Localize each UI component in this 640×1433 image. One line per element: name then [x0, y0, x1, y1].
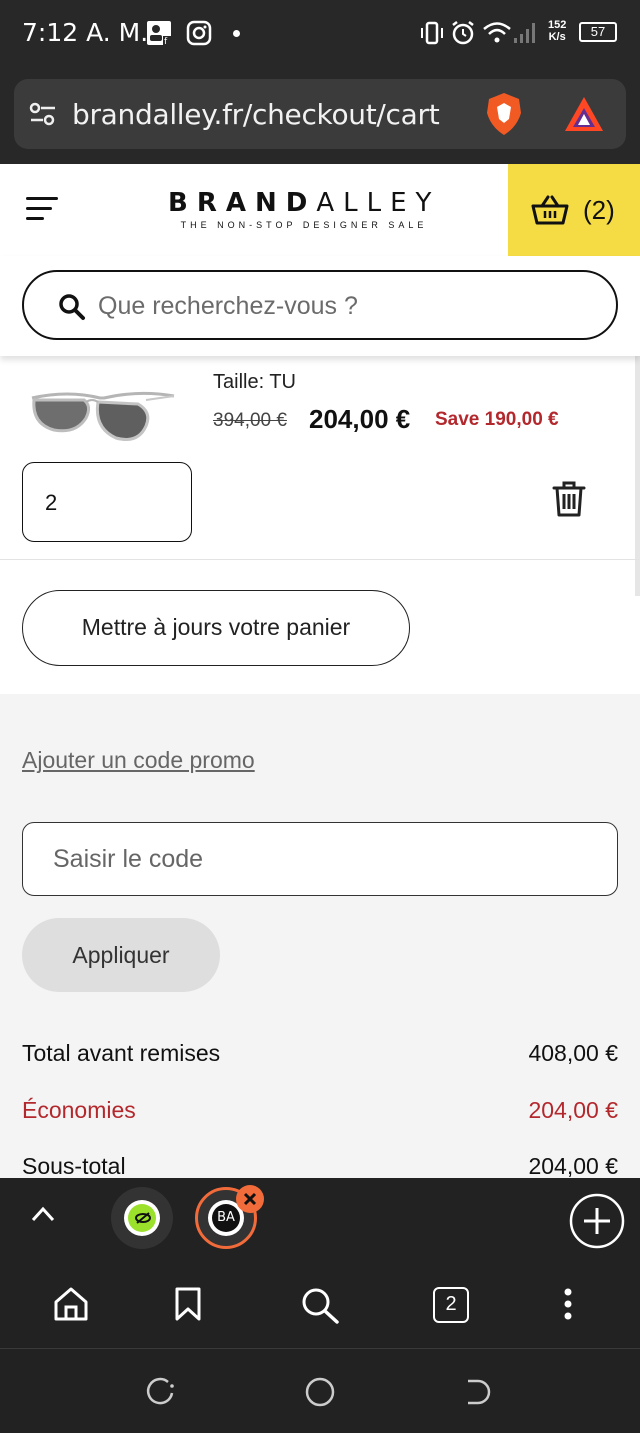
summary-row-subtotal: Sous-total 204,00 €	[22, 1153, 618, 1178]
search-input[interactable]: Que recherchez-vous ?	[22, 270, 618, 340]
search-icon[interactable]	[300, 1286, 340, 1324]
site-favicon-icon	[135, 1212, 151, 1224]
summary-value: 204,00 €	[528, 1097, 618, 1123]
summary-value: 204,00 €	[528, 1153, 618, 1178]
cart-count: (2)	[583, 195, 615, 225]
search-section: Que recherchez-vous ?	[0, 256, 640, 356]
tab-strip: BA	[0, 1178, 640, 1258]
add-promo-link[interactable]: Ajouter un code promo	[22, 747, 255, 774]
status-time: 7:12 A. M.	[22, 18, 149, 47]
promo-code-placeholder: Saisir le code	[53, 845, 204, 873]
address-bar[interactable]: brandalley.fr/checkout/cart	[14, 79, 626, 149]
brandalley-logo[interactable]: BRANDALLEY THE NON-STOP DESIGNER SALE	[168, 188, 440, 230]
summary-label: Sous-total	[22, 1153, 126, 1178]
brave-shields-icon[interactable]	[483, 91, 525, 137]
brave-rewards-icon[interactable]	[562, 94, 606, 134]
update-cart-button[interactable]: Mettre à jours votre panier	[22, 590, 410, 666]
promo-code-input[interactable]: Saisir le code	[22, 822, 618, 896]
trash-icon[interactable]	[552, 480, 586, 518]
search-placeholder: Que recherchez-vous ?	[98, 292, 358, 320]
apply-button[interactable]: Appliquer	[22, 918, 220, 992]
network-speed-value: 152	[548, 19, 567, 31]
wifi-icon	[483, 22, 511, 43]
vibrate-icon	[421, 21, 443, 45]
product-image-sunglasses[interactable]	[28, 384, 178, 448]
divider	[0, 559, 640, 560]
bookmark-icon[interactable]	[173, 1286, 203, 1322]
cart-button[interactable]: (2)	[508, 164, 640, 256]
search-icon	[59, 294, 85, 320]
tab-switcher-button[interactable]: 2	[433, 1287, 469, 1323]
summary-value: 408,00 €	[528, 1040, 618, 1066]
current-price: 204,00 €	[309, 404, 411, 434]
network-speed: 152 K/s	[548, 19, 566, 43]
quantity-input[interactable]: 2	[22, 462, 192, 542]
new-tab-icon[interactable]	[568, 1192, 626, 1250]
home-icon[interactable]	[53, 1286, 89, 1322]
more-menu-icon[interactable]	[560, 1286, 576, 1322]
original-price: 394,00 €	[213, 410, 287, 431]
savings-label: Save 190,00 €	[435, 409, 559, 430]
logo-bold: BRAND	[168, 188, 317, 218]
browser-toolbar: brandalley.fr/checkout/cart	[0, 66, 640, 164]
close-tab-icon[interactable]	[236, 1185, 264, 1213]
tab-thumbnail-1[interactable]	[111, 1187, 173, 1249]
instagram-icon	[186, 20, 212, 46]
home-button-icon[interactable]	[304, 1376, 336, 1408]
basket-icon	[531, 195, 569, 225]
notification-dot-icon	[233, 30, 240, 37]
system-navigation-bar	[0, 1348, 640, 1433]
summary-row-savings: Économies 204,00 €	[22, 1097, 618, 1124]
chevron-up-icon[interactable]	[30, 1204, 56, 1224]
summary-row-total: Total avant remises 408,00 €	[22, 1040, 618, 1067]
summary-label: Total avant remises	[22, 1040, 221, 1066]
recent-apps-icon[interactable]	[146, 1377, 176, 1407]
promo-section: Ajouter un code promo Saisir le code App…	[0, 694, 640, 1178]
menu-icon[interactable]	[26, 197, 58, 223]
cart-content: Taille: TU 394,00 € 204,00 € Save 190,00…	[0, 356, 640, 1178]
back-icon[interactable]	[464, 1377, 494, 1407]
alarm-icon	[452, 21, 474, 45]
battery-icon: 57	[579, 22, 617, 42]
site-header: BRANDALLEY THE NON-STOP DESIGNER SALE (2…	[0, 164, 640, 256]
logo-tagline: THE NON-STOP DESIGNER SALE	[180, 220, 428, 230]
signal-icon	[514, 23, 535, 43]
summary-label: Économies	[22, 1097, 136, 1123]
browser-bottom-nav: 2	[0, 1258, 640, 1348]
product-size: Taille: TU	[213, 371, 296, 393]
page-scrollbar[interactable]	[635, 356, 640, 596]
site-settings-icon[interactable]	[28, 101, 58, 127]
logo-light: ALLEY	[316, 188, 441, 218]
contact-card-icon: f	[147, 21, 171, 46]
status-bar: 7:12 A. M. f 152 K/s 57	[0, 0, 640, 66]
url-text[interactable]: brandalley.fr/checkout/cart	[72, 98, 440, 131]
network-speed-unit: K/s	[548, 31, 566, 43]
